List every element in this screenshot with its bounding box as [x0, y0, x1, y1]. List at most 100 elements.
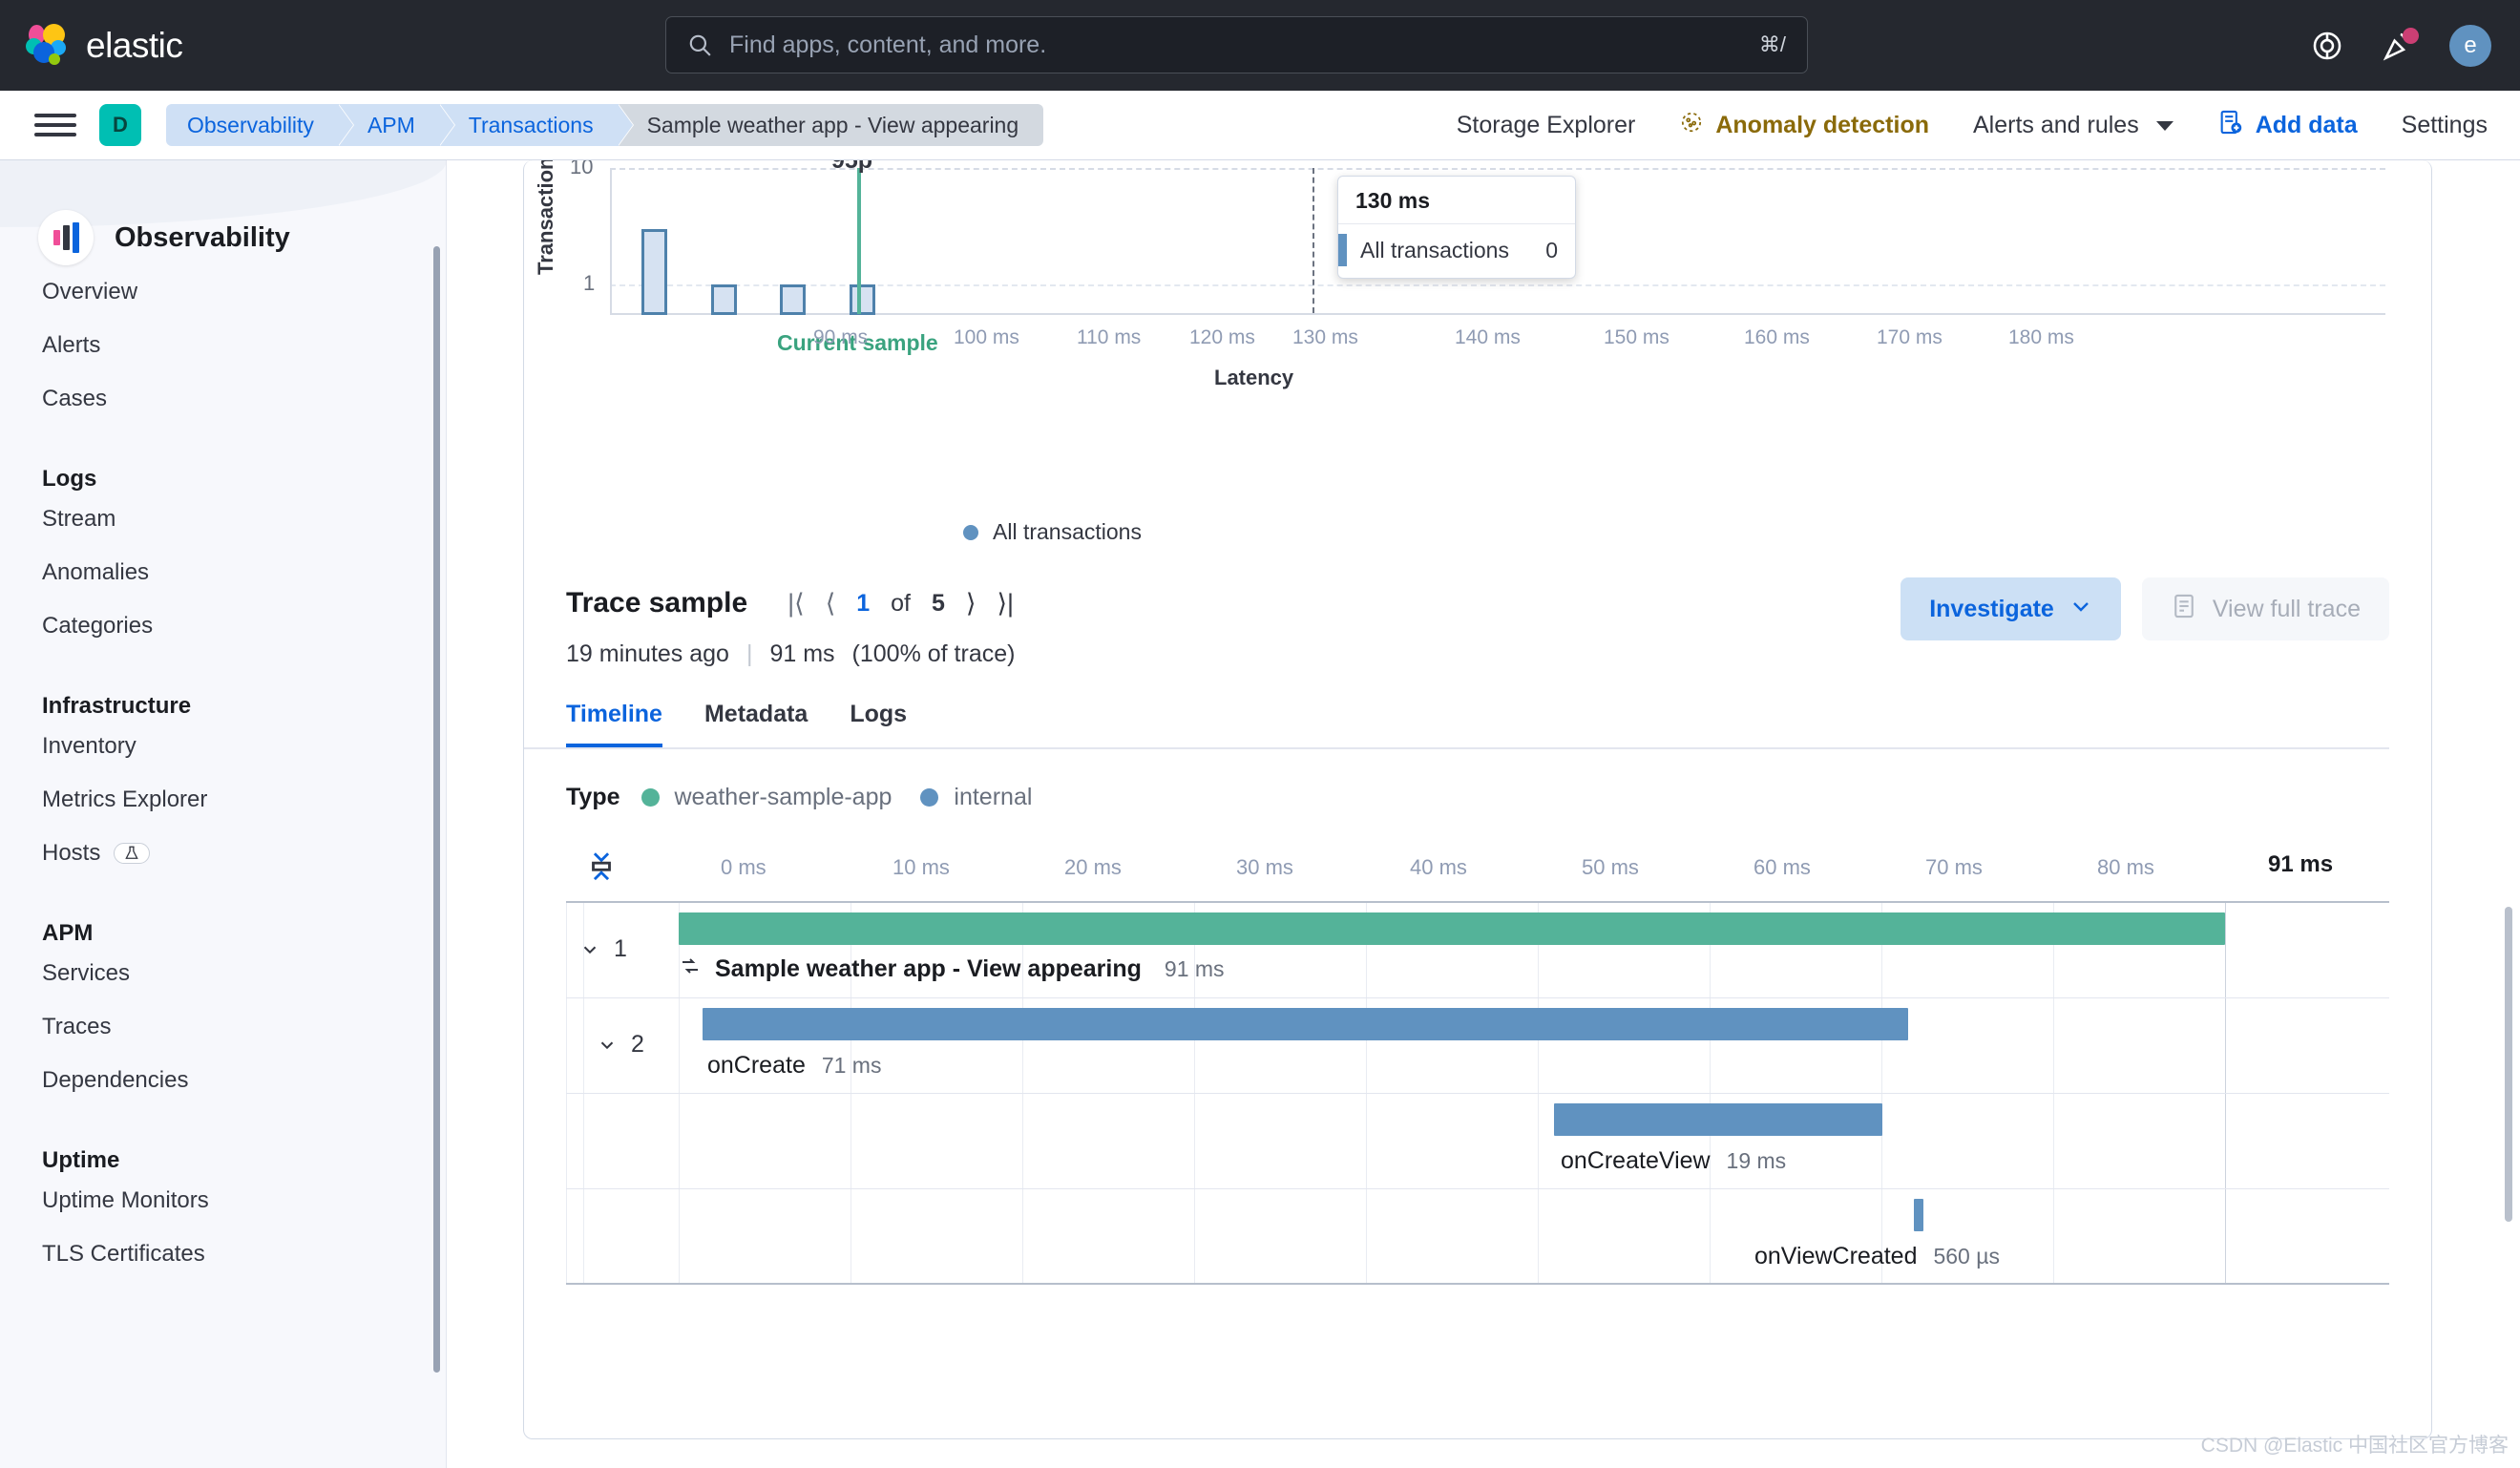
chart-x-axis-label: Latency — [1214, 366, 1294, 389]
alerts-and-rules-menu[interactable]: Alerts and rules — [1973, 112, 2174, 139]
search-shortcut: ⌘/ — [1758, 32, 1786, 56]
chart-tooltip-value: 0 — [1545, 237, 1558, 262]
sidebar-group-infrastructure: Inventory Metrics Explorer Hosts — [0, 720, 446, 880]
chart-bar-1[interactable] — [711, 284, 737, 315]
sidebar-item-tls-certificates[interactable]: TLS Certificates — [42, 1227, 446, 1281]
waterfall-row-2-index: 2 — [631, 1031, 644, 1058]
sidebar-item-hosts[interactable]: Hosts — [42, 827, 446, 880]
global-header: elastic Find apps, content, and more. ⌘/ — [0, 0, 2520, 91]
chart-annotation-95p: 95p — [831, 160, 873, 174]
elastic-logo[interactable]: elastic — [0, 23, 183, 68]
sidebar-group-root: Overview Alerts Cases — [0, 265, 446, 426]
anomaly-detection-link[interactable]: Anomaly detection — [1679, 110, 1929, 141]
pager-next-button[interactable]: ⟩ — [966, 589, 976, 619]
sidebar-item-hosts-label: Hosts — [42, 840, 101, 866]
legend-swatch-all-transactions — [963, 524, 978, 540]
chart-tooltip-swatch — [1338, 234, 1347, 266]
sidebar-item-alerts[interactable]: Alerts — [42, 319, 446, 372]
sidebar-item-anomalies[interactable]: Anomalies — [42, 546, 446, 599]
tab-metadata[interactable]: Metadata — [704, 701, 808, 747]
investigate-label: Investigate — [1929, 595, 2054, 622]
sidebar-item-uptime-monitors[interactable]: Uptime Monitors — [42, 1174, 446, 1227]
space-badge[interactable]: D — [99, 104, 141, 146]
storage-explorer-link[interactable]: Storage Explorer — [1457, 112, 1636, 139]
chart-tooltip: 130 ms All transactions 0 — [1337, 176, 1576, 279]
sidebar-item-dependencies[interactable]: Dependencies — [42, 1054, 446, 1107]
waterfall-tick-6: 60 ms — [1754, 855, 1811, 879]
settings-link[interactable]: Settings — [2402, 112, 2488, 139]
tab-logs[interactable]: Logs — [850, 701, 907, 747]
pager-first-button[interactable]: |⟨ — [788, 589, 805, 619]
chart-x-axis — [610, 313, 2385, 315]
legend-label-all-transactions: All transactions — [993, 519, 1142, 544]
announcements-icon[interactable] — [2379, 27, 2419, 65]
investigate-button[interactable]: Investigate — [1900, 577, 2121, 640]
chart-y-axis-label: Transactions — [534, 160, 557, 275]
waterfall-bar-3[interactable] — [1554, 1103, 1882, 1136]
sidebar-item-stream[interactable]: Stream — [42, 493, 446, 546]
page-scrollbar[interactable] — [2505, 907, 2512, 1222]
waterfall-row-1[interactable]: 1 Sample weather app - View appearing 91… — [566, 903, 2389, 998]
trace-sample-title: Trace sample — [566, 587, 748, 619]
add-data-label: Add data — [2255, 112, 2358, 138]
sidebar-heading-uptime: Uptime — [42, 1147, 120, 1173]
sidebar-heading-infrastructure: Infrastructure — [42, 693, 192, 719]
chart-tooltip-series: All transactions — [1360, 237, 1509, 262]
waterfall-duration-2: 71 ms — [821, 1053, 882, 1078]
waterfall-row-1-toggle[interactable]: 1 — [579, 935, 627, 963]
waterfall-row-4[interactable]: onViewCreated 560 µs — [566, 1189, 2389, 1285]
breadcrumb-observability[interactable]: Observability — [166, 104, 353, 146]
waterfall-bar-2[interactable] — [703, 1008, 1908, 1040]
chevron-down-icon — [2069, 595, 2092, 624]
breadcrumb-apm[interactable]: APM — [338, 104, 454, 146]
waterfall-bar-4[interactable] — [1914, 1199, 1923, 1231]
add-data-link[interactable]: Add data — [2217, 109, 2358, 142]
sidebar-item-services[interactable]: Services — [42, 947, 446, 1000]
waterfall-label-3: onCreateView 19 ms — [1561, 1147, 1786, 1175]
chart-bar-2[interactable] — [780, 284, 806, 315]
view-full-trace-button[interactable]: View full trace — [2141, 577, 2389, 640]
collapse-all-icon[interactable] — [585, 848, 618, 886]
hamburger-icon[interactable] — [34, 111, 76, 139]
pager-of-label: of — [891, 589, 911, 617]
waterfall-tick-2: 20 ms — [1064, 855, 1122, 879]
chart-legend[interactable]: All transactions — [963, 519, 2431, 545]
trace-sample-actions: Investigate View full trace — [1900, 577, 2389, 640]
sidebar-group-apm: Services Traces Dependencies — [0, 947, 446, 1107]
waterfall-row-3[interactable]: onCreateView 19 ms — [566, 1094, 2389, 1189]
latency-distribution-chart: Transactions 10 1 95p Current sample 130… — [524, 160, 2431, 504]
type-swatch-internal — [920, 788, 939, 807]
breadcrumb-transactions[interactable]: Transactions — [439, 104, 633, 146]
observability-logo-icon — [38, 210, 94, 265]
global-search-input[interactable]: Find apps, content, and more. ⌘/ — [665, 16, 1808, 73]
waterfall-row-2-toggle[interactable]: 2 — [597, 1031, 644, 1059]
sidebar-item-inventory[interactable]: Inventory — [42, 720, 446, 773]
sidebar-item-metrics-explorer[interactable]: Metrics Explorer — [42, 773, 446, 827]
sidebar-item-cases[interactable]: Cases — [42, 372, 446, 426]
help-icon[interactable] — [2308, 27, 2346, 65]
waterfall-bar-1[interactable] — [679, 912, 2225, 945]
tab-timeline[interactable]: Timeline — [566, 701, 662, 747]
waterfall-tick-7: 70 ms — [1925, 855, 1983, 879]
add-data-icon — [2217, 109, 2244, 142]
anomaly-icon — [1679, 110, 1704, 141]
pager-last-button[interactable]: ⟩| — [997, 589, 1014, 619]
main-panel: Transactions 10 1 95p Current sample 130… — [523, 160, 2432, 1439]
avatar[interactable]: e — [2449, 24, 2491, 67]
chart-bar-3[interactable] — [850, 284, 875, 315]
chart-y-axis — [610, 168, 612, 313]
waterfall-row-2[interactable]: 2 onCreate 71 ms — [566, 998, 2389, 1094]
view-full-trace-label: View full trace — [2212, 595, 2361, 622]
chart-bar-0[interactable] — [641, 229, 667, 315]
waterfall-name-3: onCreateView — [1561, 1147, 1711, 1174]
type-label-weather-sample-app: weather-sample-app — [674, 784, 892, 810]
nav-actions: Storage Explorer Anomaly detection Alert… — [1457, 91, 2488, 160]
sidebar-item-traces[interactable]: Traces — [42, 1000, 446, 1054]
sidebar-scrollbar[interactable] — [433, 246, 440, 1373]
pager-prev-button[interactable]: ⟨ — [826, 589, 836, 619]
sidebar-item-overview[interactable]: Overview — [42, 265, 446, 319]
type-label-internal: internal — [954, 784, 1033, 810]
sidebar-item-categories[interactable]: Categories — [42, 599, 446, 653]
waterfall-tick-8: 80 ms — [2097, 855, 2154, 879]
waterfall-duration-3: 19 ms — [1726, 1148, 1787, 1173]
